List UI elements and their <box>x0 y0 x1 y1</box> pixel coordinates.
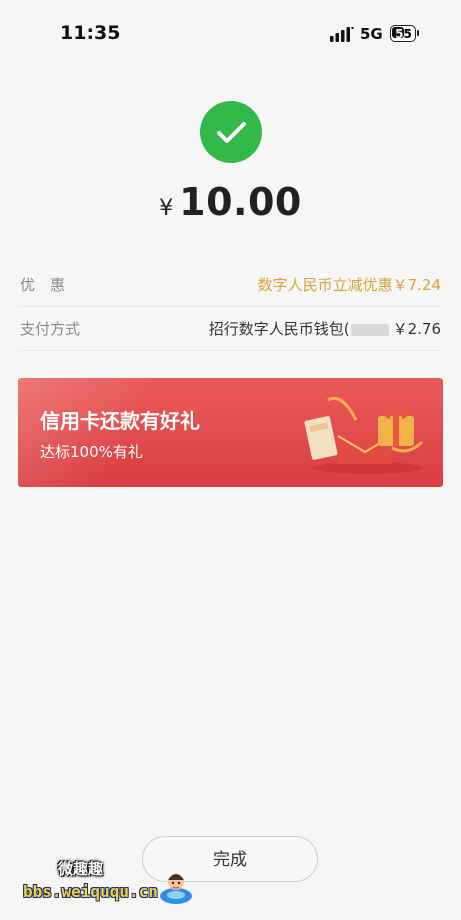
payment-method-value: 招行数字人民币钱包( ￥2.76 <box>209 318 441 339</box>
status-bar: 11:35 5G 55 <box>0 0 461 70</box>
discount-label: 优 惠 <box>20 276 66 294</box>
payment-method-label: 支付方式 <box>20 320 81 338</box>
banner-title: 信用卡还款有好礼 <box>40 409 200 433</box>
payment-method-name: 招行数字人民币钱包( <box>208 320 350 338</box>
check-circle-icon <box>200 101 262 163</box>
discount-row: 优 惠 数字人民币立减优惠￥7.24 <box>18 262 443 307</box>
signal-icon <box>330 27 354 42</box>
payment-amount: ¥10.00 <box>0 180 461 224</box>
status-time: 11:35 <box>60 22 121 44</box>
payment-method-amount: ￥2.76 <box>392 320 441 338</box>
banner-subtitle: 达标100%有礼 <box>40 443 143 461</box>
watermark-logo-text: 微趣趣 <box>58 860 104 878</box>
amount-value: 10.00 <box>179 180 302 224</box>
network-type: 5G <box>360 25 383 43</box>
currency-symbol: ¥ <box>159 196 174 221</box>
masked-account-number <box>350 323 389 336</box>
battery-level: 55 <box>395 27 412 41</box>
mascot-icon <box>160 874 192 904</box>
discount-value: 数字人民币立减优惠￥7.24 <box>257 276 441 294</box>
watermark-url: bbs.weiququ.cn <box>23 882 158 901</box>
promo-banner[interactable]: 信用卡还款有好礼 达标100%有礼 <box>18 378 443 487</box>
payment-method-row: 支付方式 招行数字人民币钱包( ￥2.76 <box>18 306 443 351</box>
gift-box-icon <box>304 396 424 474</box>
battery-icon: 55 <box>390 25 420 42</box>
